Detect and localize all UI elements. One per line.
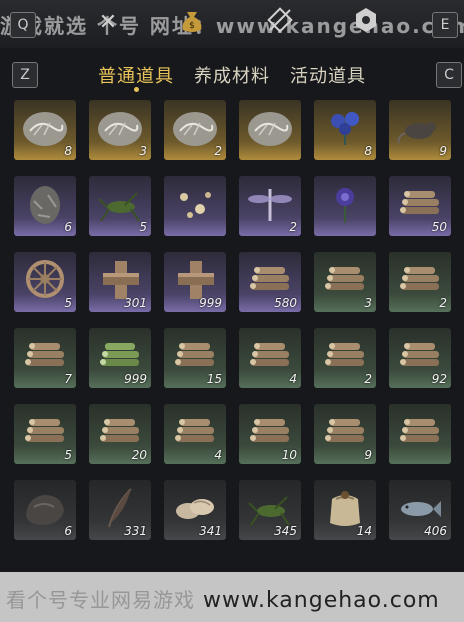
item-count: 10 bbox=[281, 448, 297, 462]
item-count: 9 bbox=[439, 144, 447, 158]
item-count: 2 bbox=[364, 372, 372, 386]
item-count: 341 bbox=[199, 524, 222, 538]
item-count: 580 bbox=[274, 296, 297, 310]
inventory-slot[interactable]: 4 bbox=[239, 328, 301, 388]
item-count: 6 bbox=[64, 524, 72, 538]
inventory-slot[interactable]: 20 bbox=[89, 404, 151, 464]
item-count: 999 bbox=[124, 372, 147, 386]
item-count: 4 bbox=[214, 448, 222, 462]
inventory-slot[interactable] bbox=[389, 404, 451, 464]
item-count: 3 bbox=[364, 296, 372, 310]
inventory-slot[interactable]: 6 bbox=[14, 176, 76, 236]
inventory-slot[interactable]: 7 bbox=[14, 328, 76, 388]
category-tabs: Z 普通道具 养成材料 活动道具 C bbox=[0, 56, 464, 96]
item-count: 4 bbox=[289, 372, 297, 386]
item-count: 2 bbox=[289, 220, 297, 234]
item-count: 5 bbox=[139, 220, 147, 234]
watermark-cn-text: 看个号专业网易游戏 bbox=[6, 588, 195, 612]
item-count: 3 bbox=[139, 144, 147, 158]
item-count: 15 bbox=[206, 372, 222, 386]
inventory-slot[interactable]: 345 bbox=[239, 480, 301, 540]
inventory-slot[interactable]: 341 bbox=[164, 480, 226, 540]
inventory-slot[interactable]: 2 bbox=[239, 176, 301, 236]
inventory-slot[interactable]: 331 bbox=[89, 480, 151, 540]
item-count: 999 bbox=[199, 296, 222, 310]
item-count: 9 bbox=[364, 448, 372, 462]
inventory-slot[interactable]: 5 bbox=[14, 404, 76, 464]
item-count: 301 bbox=[124, 296, 147, 310]
inventory-slot[interactable]: 2 bbox=[314, 328, 376, 388]
inventory-slot[interactable]: 6 bbox=[14, 480, 76, 540]
item-count: 2 bbox=[439, 296, 447, 310]
inventory-slot[interactable]: 10 bbox=[239, 404, 301, 464]
crossed-swords-icon[interactable]: ✕ bbox=[92, 6, 124, 40]
watermark-url-text: www.kangehao.com bbox=[203, 588, 440, 613]
prev-tab-key[interactable]: Z bbox=[12, 62, 38, 88]
inventory-slot[interactable]: 5 bbox=[14, 252, 76, 312]
inventory-slot[interactable]: 8 bbox=[14, 100, 76, 160]
gem-badge-icon[interactable] bbox=[350, 6, 382, 40]
inventory-slot[interactable] bbox=[239, 100, 301, 160]
svg-text:$: $ bbox=[189, 21, 195, 31]
next-category-key[interactable]: E bbox=[432, 12, 458, 38]
inventory-slot[interactable]: 580 bbox=[239, 252, 301, 312]
item-count: 5 bbox=[64, 296, 72, 310]
item-count: 8 bbox=[364, 144, 372, 158]
watermark-banner: 看个号专业网易游戏 www.kangehao.com bbox=[0, 572, 464, 622]
tab-normal-items[interactable]: 普通道具 bbox=[98, 62, 174, 88]
inventory-slot[interactable]: 15 bbox=[164, 328, 226, 388]
inventory-slot[interactable] bbox=[164, 176, 226, 236]
inventory-slot[interactable]: 9 bbox=[389, 100, 451, 160]
inventory-slot[interactable]: 301 bbox=[89, 252, 151, 312]
next-tab-key[interactable]: C bbox=[436, 62, 462, 88]
inventory-slot[interactable]: 3 bbox=[89, 100, 151, 160]
inventory-slot[interactable]: 14 bbox=[314, 480, 376, 540]
active-tab-indicator bbox=[134, 87, 139, 92]
inventory-slot[interactable]: 406 bbox=[389, 480, 451, 540]
item-count: 50 bbox=[431, 220, 447, 234]
item-count: 7 bbox=[64, 372, 72, 386]
top-toolbar: 游戏就选 个号 网址：www.kangehao.com Q ✕ $ E bbox=[0, 0, 464, 48]
item-count: 331 bbox=[124, 524, 147, 538]
watermark-text: 游戏就选 个号 网址：www.kangehao.com bbox=[0, 14, 464, 38]
item-count: 8 bbox=[64, 144, 72, 158]
item-count: 92 bbox=[431, 372, 447, 386]
item-count: 20 bbox=[131, 448, 147, 462]
item-count: 6 bbox=[64, 220, 72, 234]
inventory-slot[interactable]: 999 bbox=[89, 328, 151, 388]
inventory-slot[interactable]: 3 bbox=[314, 252, 376, 312]
inventory-slot[interactable]: 92 bbox=[389, 328, 451, 388]
inventory-slot[interactable]: 2 bbox=[389, 252, 451, 312]
inventory-slot[interactable]: 5 bbox=[89, 176, 151, 236]
inventory-slot[interactable] bbox=[314, 176, 376, 236]
inventory-slot[interactable]: 4 bbox=[164, 404, 226, 464]
tab-event-items[interactable]: 活动道具 bbox=[290, 62, 366, 88]
inventory-slot[interactable]: 50 bbox=[389, 176, 451, 236]
item-count: 14 bbox=[356, 524, 372, 538]
inventory-slot[interactable]: 999 bbox=[164, 252, 226, 312]
inventory-slot[interactable]: 9 bbox=[314, 404, 376, 464]
inventory-slot[interactable]: 2 bbox=[164, 100, 226, 160]
item-count: 2 bbox=[214, 144, 222, 158]
prev-category-key[interactable]: Q bbox=[10, 12, 36, 38]
item-count: 5 bbox=[64, 448, 72, 462]
tab-growth-materials[interactable]: 养成材料 bbox=[194, 62, 270, 88]
money-bag-icon[interactable]: $ bbox=[176, 6, 208, 40]
item-count: 406 bbox=[424, 524, 447, 538]
scroll-icon[interactable] bbox=[264, 6, 296, 40]
item-count: 345 bbox=[274, 524, 297, 538]
inventory-slot[interactable]: 8 bbox=[314, 100, 376, 160]
